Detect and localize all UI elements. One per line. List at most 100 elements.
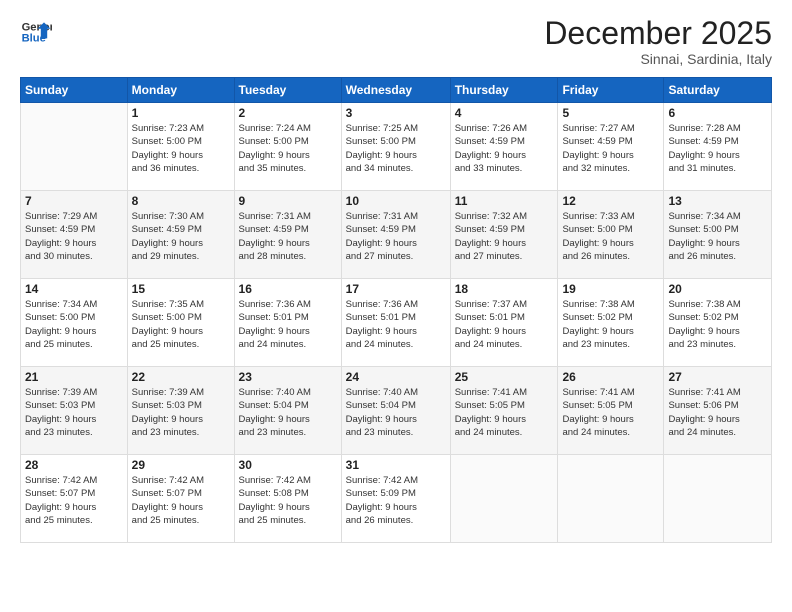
calendar-table: Sunday Monday Tuesday Wednesday Thursday…	[20, 77, 772, 543]
calendar-week-1: 7 Sunrise: 7:29 AMSunset: 4:59 PMDaylight…	[21, 191, 772, 279]
day-number: 5	[562, 106, 659, 120]
logo: General Blue	[20, 16, 52, 48]
calendar-cell: 16 Sunrise: 7:36 AMSunset: 5:01 PMDayligh…	[234, 279, 341, 367]
day-number: 19	[562, 282, 659, 296]
col-tuesday: Tuesday	[234, 78, 341, 103]
calendar-cell	[664, 455, 772, 543]
day-info: Sunrise: 7:27 AMSunset: 4:59 PMDaylight:…	[562, 122, 659, 175]
day-number: 8	[132, 194, 230, 208]
day-info: Sunrise: 7:26 AMSunset: 4:59 PMDaylight:…	[455, 122, 554, 175]
day-info: Sunrise: 7:31 AMSunset: 4:59 PMDaylight:…	[239, 210, 337, 263]
col-sunday: Sunday	[21, 78, 128, 103]
day-info: Sunrise: 7:37 AMSunset: 5:01 PMDaylight:…	[455, 298, 554, 351]
day-info: Sunrise: 7:28 AMSunset: 4:59 PMDaylight:…	[668, 122, 767, 175]
day-info: Sunrise: 7:23 AMSunset: 5:00 PMDaylight:…	[132, 122, 230, 175]
calendar-cell: 31 Sunrise: 7:42 AMSunset: 5:09 PMDayligh…	[341, 455, 450, 543]
calendar-cell: 23 Sunrise: 7:40 AMSunset: 5:04 PMDayligh…	[234, 367, 341, 455]
day-number: 26	[562, 370, 659, 384]
calendar-cell: 27 Sunrise: 7:41 AMSunset: 5:06 PMDayligh…	[664, 367, 772, 455]
calendar-cell: 14 Sunrise: 7:34 AMSunset: 5:00 PMDayligh…	[21, 279, 128, 367]
calendar-week-0: 1 Sunrise: 7:23 AMSunset: 5:00 PMDaylight…	[21, 103, 772, 191]
day-info: Sunrise: 7:42 AMSunset: 5:08 PMDaylight:…	[239, 474, 337, 527]
calendar-cell: 9 Sunrise: 7:31 AMSunset: 4:59 PMDaylight…	[234, 191, 341, 279]
header: General Blue December 2025 Sinnai, Sardi…	[20, 16, 772, 67]
calendar-week-4: 28 Sunrise: 7:42 AMSunset: 5:07 PMDayligh…	[21, 455, 772, 543]
day-info: Sunrise: 7:38 AMSunset: 5:02 PMDaylight:…	[562, 298, 659, 351]
day-number: 17	[346, 282, 446, 296]
day-info: Sunrise: 7:42 AMSunset: 5:09 PMDaylight:…	[346, 474, 446, 527]
calendar-cell: 2 Sunrise: 7:24 AMSunset: 5:00 PMDaylight…	[234, 103, 341, 191]
day-number: 6	[668, 106, 767, 120]
day-info: Sunrise: 7:40 AMSunset: 5:04 PMDaylight:…	[346, 386, 446, 439]
calendar-cell: 18 Sunrise: 7:37 AMSunset: 5:01 PMDayligh…	[450, 279, 558, 367]
title-area: December 2025 Sinnai, Sardinia, Italy	[544, 16, 772, 67]
day-info: Sunrise: 7:41 AMSunset: 5:05 PMDaylight:…	[455, 386, 554, 439]
calendar-cell: 10Sunrise: 7:31 AMSunset: 4:59 PMDayligh…	[341, 191, 450, 279]
day-number: 3	[346, 106, 446, 120]
day-number: 24	[346, 370, 446, 384]
day-info: Sunrise: 7:32 AMSunset: 4:59 PMDaylight:…	[455, 210, 554, 263]
day-number: 25	[455, 370, 554, 384]
day-number: 27	[668, 370, 767, 384]
col-monday: Monday	[127, 78, 234, 103]
day-number: 31	[346, 458, 446, 472]
calendar-header-row: Sunday Monday Tuesday Wednesday Thursday…	[21, 78, 772, 103]
day-number: 21	[25, 370, 123, 384]
day-number: 14	[25, 282, 123, 296]
day-info: Sunrise: 7:34 AMSunset: 5:00 PMDaylight:…	[668, 210, 767, 263]
col-thursday: Thursday	[450, 78, 558, 103]
day-number: 22	[132, 370, 230, 384]
col-wednesday: Wednesday	[341, 78, 450, 103]
calendar-week-3: 21 Sunrise: 7:39 AMSunset: 5:03 PMDayligh…	[21, 367, 772, 455]
day-number: 23	[239, 370, 337, 384]
day-info: Sunrise: 7:34 AMSunset: 5:00 PMDaylight:…	[25, 298, 123, 351]
day-info: Sunrise: 7:42 AMSunset: 5:07 PMDaylight:…	[132, 474, 230, 527]
calendar-cell: 28 Sunrise: 7:42 AMSunset: 5:07 PMDayligh…	[21, 455, 128, 543]
calendar-cell: 19 Sunrise: 7:38 AMSunset: 5:02 PMDayligh…	[558, 279, 664, 367]
calendar-cell: 5 Sunrise: 7:27 AMSunset: 4:59 PMDaylight…	[558, 103, 664, 191]
calendar-cell: 25 Sunrise: 7:41 AMSunset: 5:05 PMDayligh…	[450, 367, 558, 455]
calendar-cell: 26 Sunrise: 7:41 AMSunset: 5:05 PMDayligh…	[558, 367, 664, 455]
day-number: 10	[346, 194, 446, 208]
day-info: Sunrise: 7:36 AMSunset: 5:01 PMDaylight:…	[346, 298, 446, 351]
day-info: Sunrise: 7:36 AMSunset: 5:01 PMDaylight:…	[239, 298, 337, 351]
day-info: Sunrise: 7:39 AMSunset: 5:03 PMDaylight:…	[25, 386, 123, 439]
calendar-cell: 3Sunrise: 7:25 AMSunset: 5:00 PMDaylight…	[341, 103, 450, 191]
calendar-cell	[558, 455, 664, 543]
calendar-cell: 8 Sunrise: 7:30 AMSunset: 4:59 PMDaylight…	[127, 191, 234, 279]
day-info: Sunrise: 7:38 AMSunset: 5:02 PMDaylight:…	[668, 298, 767, 351]
location: Sinnai, Sardinia, Italy	[544, 51, 772, 67]
day-info: Sunrise: 7:29 AMSunset: 4:59 PMDaylight:…	[25, 210, 123, 263]
day-number: 7	[25, 194, 123, 208]
day-number: 1	[132, 106, 230, 120]
calendar-cell	[21, 103, 128, 191]
day-number: 2	[239, 106, 337, 120]
calendar-cell: 13Sunrise: 7:34 AMSunset: 5:00 PMDayligh…	[664, 191, 772, 279]
day-info: Sunrise: 7:24 AMSunset: 5:00 PMDaylight:…	[239, 122, 337, 175]
calendar-cell: 29 Sunrise: 7:42 AMSunset: 5:07 PMDayligh…	[127, 455, 234, 543]
day-number: 15	[132, 282, 230, 296]
calendar-cell: 7 Sunrise: 7:29 AMSunset: 4:59 PMDaylight…	[21, 191, 128, 279]
day-number: 16	[239, 282, 337, 296]
day-number: 4	[455, 106, 554, 120]
col-saturday: Saturday	[664, 78, 772, 103]
calendar-cell: 6 Sunrise: 7:28 AMSunset: 4:59 PMDaylight…	[664, 103, 772, 191]
day-info: Sunrise: 7:42 AMSunset: 5:07 PMDaylight:…	[25, 474, 123, 527]
calendar-cell: 30Sunrise: 7:42 AMSunset: 5:08 PMDayligh…	[234, 455, 341, 543]
day-info: Sunrise: 7:30 AMSunset: 4:59 PMDaylight:…	[132, 210, 230, 263]
calendar-cell: 17 Sunrise: 7:36 AMSunset: 5:01 PMDayligh…	[341, 279, 450, 367]
calendar-cell: 12Sunrise: 7:33 AMSunset: 5:00 PMDayligh…	[558, 191, 664, 279]
day-info: Sunrise: 7:33 AMSunset: 5:00 PMDaylight:…	[562, 210, 659, 263]
day-number: 18	[455, 282, 554, 296]
calendar-cell: 22 Sunrise: 7:39 AMSunset: 5:03 PMDayligh…	[127, 367, 234, 455]
calendar-week-2: 14 Sunrise: 7:34 AMSunset: 5:00 PMDayligh…	[21, 279, 772, 367]
day-number: 29	[132, 458, 230, 472]
day-number: 28	[25, 458, 123, 472]
day-info: Sunrise: 7:39 AMSunset: 5:03 PMDaylight:…	[132, 386, 230, 439]
day-number: 9	[239, 194, 337, 208]
day-number: 11	[455, 194, 554, 208]
logo-icon: General Blue	[20, 16, 52, 48]
day-info: Sunrise: 7:41 AMSunset: 5:06 PMDaylight:…	[668, 386, 767, 439]
day-info: Sunrise: 7:40 AMSunset: 5:04 PMDaylight:…	[239, 386, 337, 439]
day-info: Sunrise: 7:41 AMSunset: 5:05 PMDaylight:…	[562, 386, 659, 439]
